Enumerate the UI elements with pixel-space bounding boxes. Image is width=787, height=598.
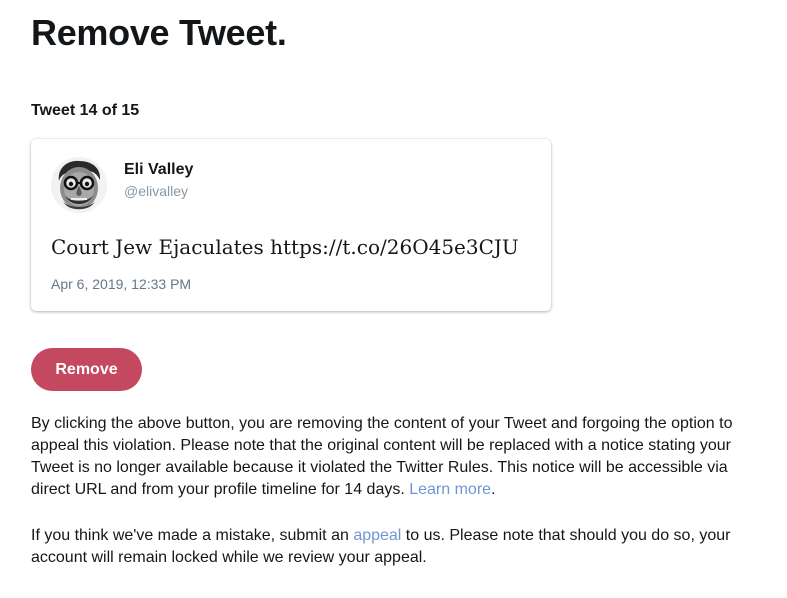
tweet-timestamp: Apr 6, 2019, 12:33 PM: [51, 276, 192, 292]
tweet-text: Court Jew Ejaculates https://t.co/26O45e…: [51, 235, 519, 259]
remove-button[interactable]: Remove: [31, 348, 142, 391]
tweet-user-handle: @elivalley: [124, 183, 189, 199]
removal-info-text: By clicking the above button, you are re…: [31, 415, 733, 498]
appeal-info-paragraph: If you think we've made a mistake, submi…: [31, 525, 771, 569]
caricature-avatar-icon: [51, 157, 107, 213]
removal-info-period: .: [491, 481, 496, 498]
tweet-user-name: Eli Valley: [124, 161, 194, 178]
appeal-link[interactable]: appeal: [353, 527, 401, 544]
learn-more-link[interactable]: Learn more: [409, 481, 491, 498]
appeal-info-text-before: If you think we've made a mistake, submi…: [31, 527, 354, 544]
removal-info-paragraph: By clicking the above button, you are re…: [31, 413, 771, 501]
avatar-image: [51, 157, 107, 213]
tweet-card: Eli Valley @elivalley Court Jew Ejaculat…: [31, 139, 551, 311]
page-title: Remove Tweet.: [31, 12, 287, 53]
tweet-counter: Tweet 14 of 15: [31, 102, 140, 119]
remove-tweet-page: Remove Tweet. Tweet 14 of 15 Eli Valley …: [0, 0, 787, 598]
